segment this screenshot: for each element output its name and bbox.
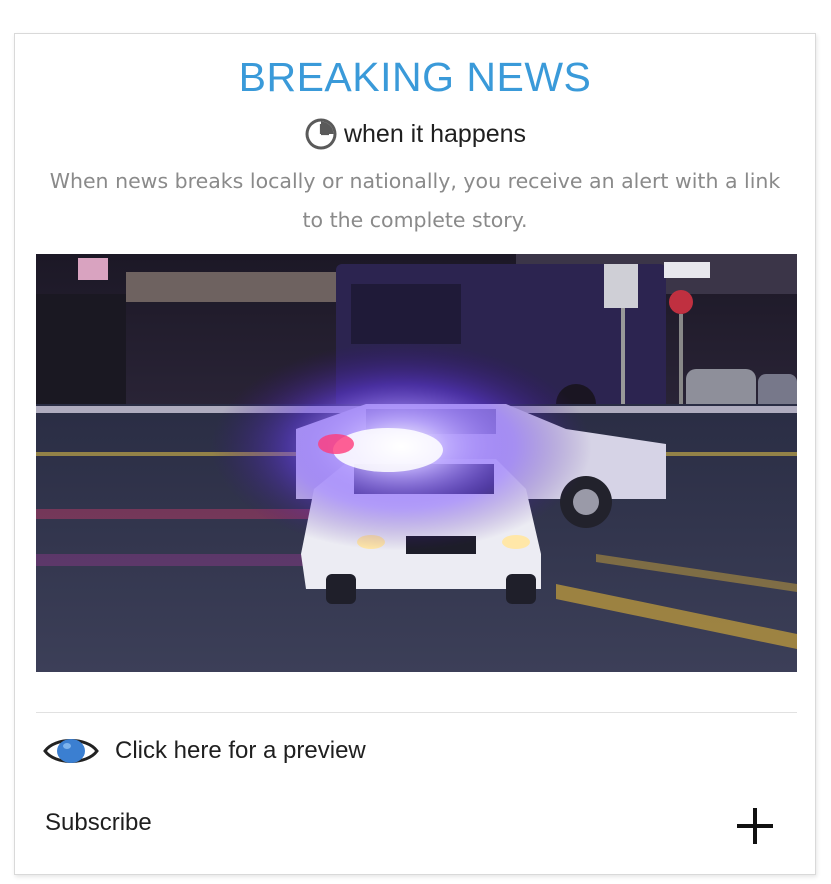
card-title: BREAKING NEWS [238, 54, 592, 100]
clock-icon [305, 118, 337, 150]
card-divider [36, 712, 797, 713]
subscribe-label: Subscribe [45, 809, 152, 836]
eye-icon [43, 739, 99, 763]
plus-icon[interactable] [733, 804, 777, 848]
card-description: When news breaks locally or nationally, … [49, 169, 781, 232]
subtitle-text: when it happens [343, 119, 527, 148]
subtitle-row: when it happens [15, 116, 815, 152]
preview-link[interactable]: Click here for a preview [43, 731, 366, 771]
police-car-photo [36, 254, 797, 672]
breaking-news-card: BREAKING NEWS when it happens When news … [14, 33, 816, 875]
preview-label[interactable]: Click here for a preview [115, 737, 366, 765]
